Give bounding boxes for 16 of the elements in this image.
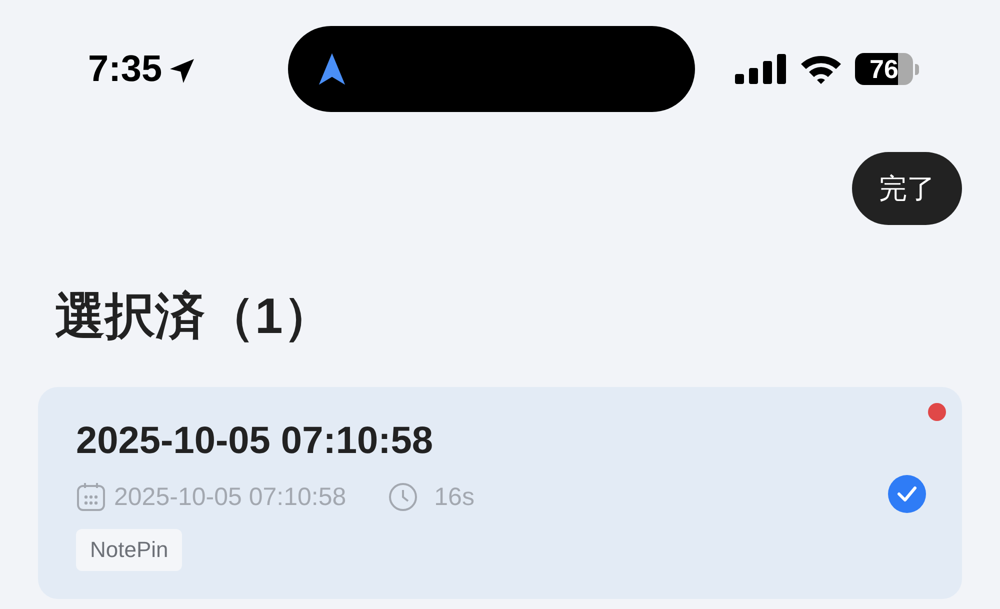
wifi-icon <box>799 53 843 85</box>
section-heading: 選択済（1） <box>55 287 334 346</box>
calendar-icon <box>76 482 106 512</box>
navigation-arrow-icon <box>316 52 348 86</box>
clock-time: 7:35 <box>88 47 162 92</box>
checkmark-icon <box>897 486 917 502</box>
clock-icon <box>388 482 418 512</box>
tag-label: NotePin <box>76 529 182 571</box>
done-button[interactable]: 完了 <box>852 152 962 225</box>
recording-card[interactable]: 2025-10-05 07:10:58 2025-10-05 07:10:58 16s NotePin <box>38 387 962 599</box>
recording-date: 2025-10-05 07:10:58 <box>114 482 346 513</box>
selection-checkbox[interactable] <box>888 475 926 513</box>
recording-title: 2025-10-05 07:10:58 <box>76 419 434 464</box>
recording-duration: 16s <box>434 482 474 513</box>
battery-level: 76 <box>855 53 913 85</box>
signal-icon <box>735 54 787 84</box>
